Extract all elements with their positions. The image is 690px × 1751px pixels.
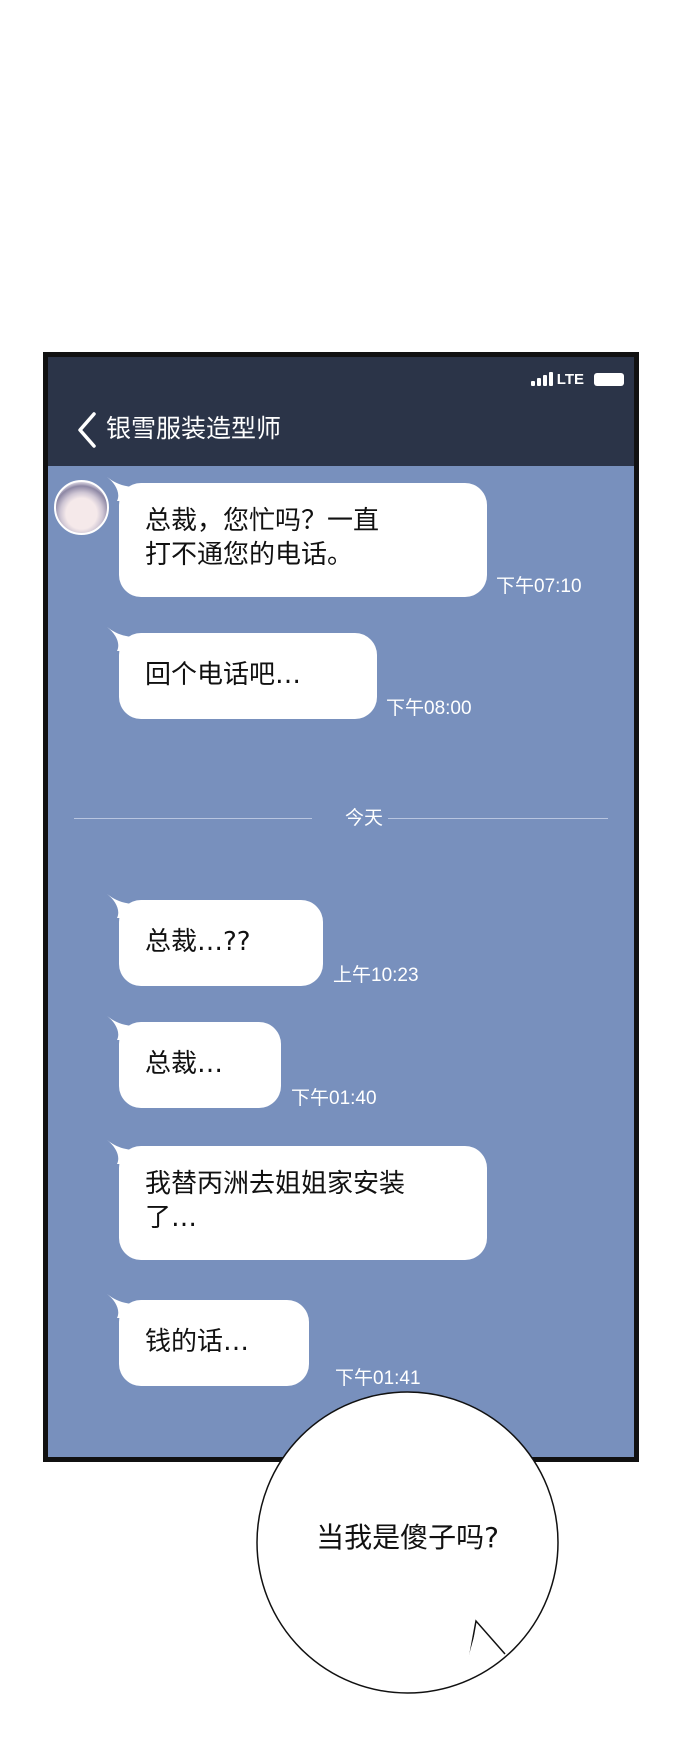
chat-header: LTE 银雪服装造型师 <box>48 357 634 466</box>
message-text: 我替丙洲去姐姐家安装 了… <box>145 1169 406 1233</box>
message-time: 下午08:00 <box>386 698 472 719</box>
contact-avatar[interactable] <box>54 480 109 535</box>
message-bubble[interactable]: 总裁…?? <box>107 894 323 986</box>
bubble-tail <box>107 477 137 501</box>
divider-line-left <box>74 818 312 819</box>
message-time: 下午01:40 <box>291 1088 377 1109</box>
bubble-tail <box>107 894 137 918</box>
message-time: 下午07:10 <box>496 576 582 597</box>
divider-line-right <box>388 818 608 819</box>
signal-icon <box>530 372 553 386</box>
bubble-tail <box>107 1294 137 1318</box>
message-text: 总裁…?? <box>145 927 251 957</box>
bubble-tail <box>107 1140 137 1164</box>
bubble-tail <box>107 627 137 651</box>
speech-bubble-text: 当我是傻子吗? <box>316 1521 499 1554</box>
message-bubble[interactable]: 总裁，您忙吗？一直 打不通您的电话。 <box>107 477 487 597</box>
message-bubble[interactable]: 回个电话吧… <box>107 627 377 719</box>
message-text: 总裁，您忙吗？一直 打不通您的电话。 <box>145 506 380 570</box>
chat-title: 银雪服装造型师 <box>106 414 282 443</box>
message-text: 回个电话吧… <box>145 660 302 690</box>
chevron-left-icon[interactable] <box>74 410 106 450</box>
message-time: 上午10:23 <box>333 965 419 986</box>
message-bubble[interactable]: 总裁… <box>107 1016 281 1108</box>
phone-screen: LTE 银雪服装造型师 总裁，您忙吗？一直 打不通您的电话。 下午07:10 回… <box>43 352 639 1462</box>
message-text: 钱的话… <box>145 1327 250 1357</box>
battery-icon <box>594 372 624 386</box>
status-bar: LTE <box>530 369 624 389</box>
message-text: 总裁… <box>145 1049 224 1079</box>
message-bubble[interactable]: 钱的话… <box>107 1294 309 1386</box>
bubble-tail <box>107 1016 137 1040</box>
message-bubble[interactable]: 我替丙洲去姐姐家安装 了… <box>107 1140 487 1260</box>
network-label: LTE <box>556 370 584 388</box>
message-time: 下午01:41 <box>335 1368 421 1389</box>
